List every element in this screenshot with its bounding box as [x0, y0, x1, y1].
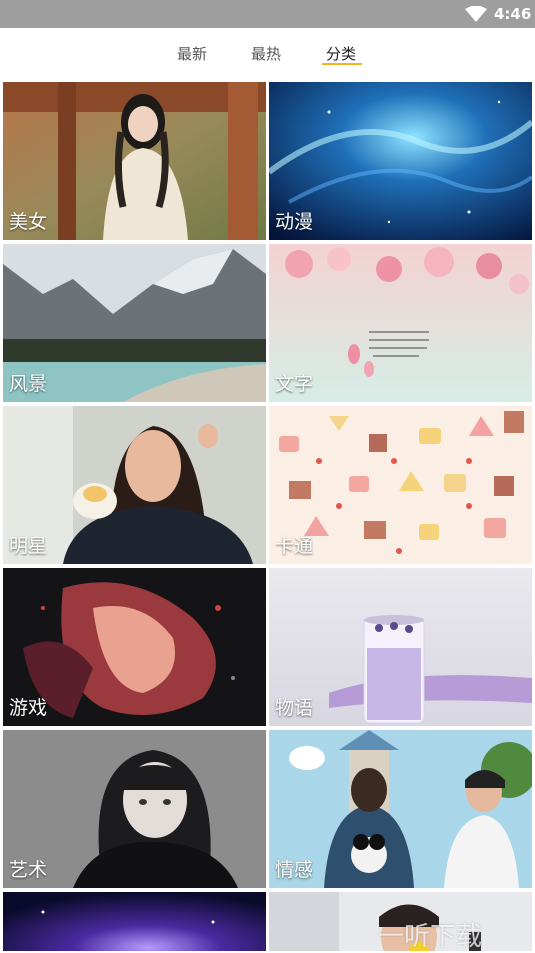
category-label: 明星 — [9, 535, 48, 557]
category-label: 物语 — [275, 697, 314, 719]
active-tab-indicator — [322, 63, 362, 65]
category-tile-story[interactable]: 物语 — [269, 568, 532, 726]
category-label: 卡通 — [275, 535, 314, 557]
tab-latest[interactable]: 最新 — [177, 43, 207, 64]
category-tile-scenery[interactable]: 风景 — [3, 244, 266, 402]
category-tile-text[interactable]: 文字 — [269, 244, 532, 402]
category-label: 风景 — [9, 373, 48, 395]
category-tile-cartoon[interactable]: 卡通 — [269, 406, 532, 564]
top-tabs: 最新 最热 分类 — [0, 28, 535, 80]
category-tile-art[interactable]: 艺术 — [3, 730, 266, 888]
category-label: 情感 — [275, 859, 314, 881]
category-label: 美女 — [9, 211, 48, 233]
category-label: 动漫 — [275, 211, 314, 233]
category-tile-celebrity[interactable]: 明星 — [3, 406, 266, 564]
category-label: 艺术 — [9, 859, 48, 881]
category-tile-emotion[interactable]: 情感 — [269, 730, 532, 888]
category-grid: 美女 动漫 风景 文字 明星 卡通 游戏 物语 艺术 情感 — [0, 80, 535, 951]
wifi-icon — [465, 6, 487, 22]
category-label: 文字 — [275, 373, 314, 395]
tab-category[interactable]: 分类 — [326, 43, 356, 64]
status-time: 4:46 — [494, 5, 532, 23]
category-thumbnail — [3, 892, 266, 951]
category-tile-games[interactable]: 游戏 — [3, 568, 266, 726]
category-tile-anime[interactable]: 动漫 — [269, 82, 532, 240]
tab-hottest[interactable]: 最热 — [251, 43, 281, 64]
category-label: 游戏 — [9, 697, 48, 719]
category-tile-beauty[interactable]: 美女 — [3, 82, 266, 240]
watermark: 一听下载 — [378, 922, 483, 952]
status-bar: 4:46 — [0, 0, 535, 28]
category-tile-partial[interactable] — [3, 892, 266, 951]
